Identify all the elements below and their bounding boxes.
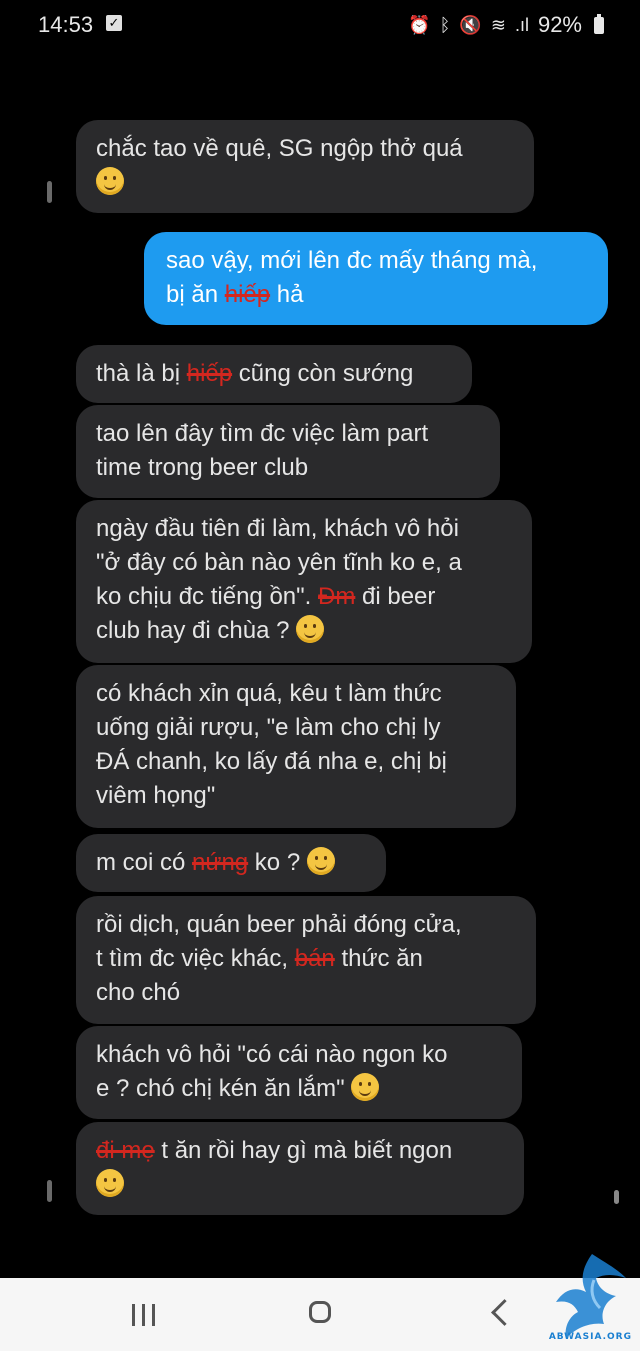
message-bubble[interactable]: tao lên đây tìm đc việc làm part time tro…	[76, 405, 500, 498]
message-bubble[interactable]: m coi có nứng ko ?	[76, 834, 386, 892]
redacted-word: hiếp	[224, 281, 271, 308]
message-text: uống giải rượu, "e làm cho chị ly	[96, 714, 441, 741]
message-text: ngày đầu tiên đi làm, khách vô hỏi	[96, 515, 459, 542]
message-text: "ở đây có bàn nào yên tĩnh ko e, a	[96, 549, 462, 576]
message-bubble[interactable]: thà là bị hiếp cũng còn sướng	[76, 345, 472, 403]
redacted-word: bán	[294, 945, 335, 972]
message-text: bị ăn	[166, 281, 225, 308]
message-text: m coi có	[96, 849, 193, 876]
message-text: chắc tao về quê, SG ngộp thở quá	[96, 135, 463, 162]
recent-apps-icon[interactable]	[132, 1304, 156, 1326]
read-indicator	[614, 1190, 619, 1204]
message-text: hả	[270, 281, 304, 308]
smile-emoji-icon	[96, 167, 124, 195]
message-text: time trong beer club	[96, 454, 309, 481]
message-text: viêm họng"	[96, 782, 216, 809]
redacted-word: Đm	[318, 583, 356, 610]
message-text: thức ăn	[334, 945, 423, 972]
smile-emoji-icon	[296, 615, 325, 643]
message-bubble[interactable]: sao vậy, mới lên đc mấy tháng mà, bị ăn h…	[144, 232, 608, 325]
watermark-text: ABWASIA.ORG	[548, 1332, 632, 1342]
redacted-word: hiếp	[186, 360, 233, 387]
redacted-word: nứng	[192, 849, 249, 876]
message-text: ĐÁ chanh, ko lấy đá nha e, chị bị	[96, 748, 447, 775]
message-bubble[interactable]: khách vô hỏi "có cái nào ngon ko e ? chó …	[76, 1026, 522, 1119]
message-text: cũng còn sướng	[232, 360, 414, 387]
avatar-placeholder	[47, 1180, 52, 1202]
message-text: t tìm đc việc khác,	[96, 945, 295, 972]
message-bubble[interactable]: ngày đầu tiên đi làm, khách vô hỏi "ở đây…	[76, 500, 532, 663]
smile-emoji-icon	[306, 847, 335, 875]
message-text: club hay đi chùa ?	[96, 617, 297, 644]
message-text: rồi dịch, quán beer phải đóng cửa,	[96, 911, 462, 938]
message-bubble[interactable]: có khách xỉn quá, kêu t làm thức uống giả…	[76, 665, 516, 828]
message-text: khách vô hỏi "có cái nào ngon ko	[96, 1041, 448, 1068]
watermark-logo-icon	[556, 1254, 626, 1338]
message-text: cho chó	[96, 979, 181, 1006]
message-text: sao vậy, mới lên đc mấy tháng mà,	[166, 247, 538, 274]
chat-thread[interactable]: chắc tao về quê, SG ngộp thở quá sao vậy…	[0, 0, 640, 1240]
message-bubble[interactable]: chắc tao về quê, SG ngộp thở quá	[76, 120, 534, 213]
smile-emoji-icon	[96, 1169, 124, 1197]
message-text: ko ?	[248, 849, 307, 876]
message-bubble[interactable]: đi mẹ t ăn rồi hay gì mà biết ngon	[76, 1122, 524, 1215]
message-text: ko chịu đc tiếng ồn".	[96, 583, 318, 610]
message-text: t ăn rồi hay gì mà biết ngon	[154, 1137, 453, 1164]
back-icon[interactable]	[491, 1299, 518, 1326]
message-text: có khách xỉn quá, kêu t làm thức	[96, 680, 442, 707]
message-text: tao lên đây tìm đc việc làm part	[96, 420, 429, 447]
message-text: thà là bị	[96, 360, 187, 387]
redacted-word: đi mẹ	[96, 1137, 155, 1164]
message-bubble[interactable]: rồi dịch, quán beer phải đóng cửa, t tìm …	[76, 896, 536, 1024]
smile-emoji-icon	[351, 1073, 380, 1101]
message-text: đi beer	[355, 583, 436, 610]
avatar-placeholder	[47, 181, 52, 203]
message-text: e ? chó chị kén ăn lắm"	[96, 1075, 352, 1102]
home-icon[interactable]	[309, 1301, 331, 1323]
